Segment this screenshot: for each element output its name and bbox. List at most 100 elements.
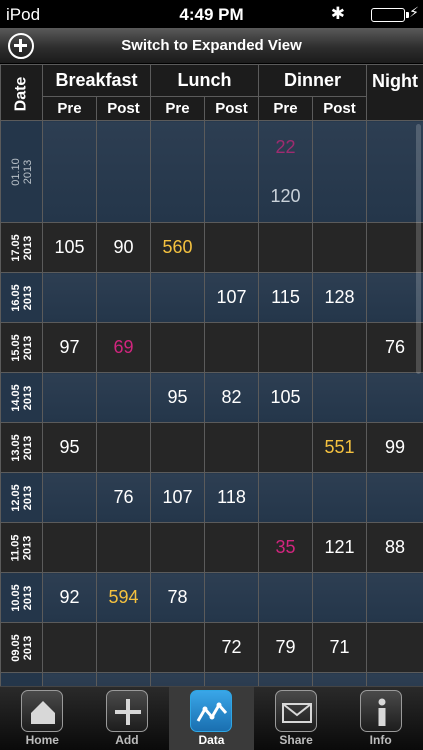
breakfast-post-cell[interactable] — [95, 422, 152, 473]
dinner-post-cell[interactable] — [312, 372, 368, 423]
breakfast-pre-cell[interactable] — [42, 672, 97, 686]
breakfast-post-cell[interactable] — [95, 672, 152, 686]
lunch-pre-cell[interactable] — [150, 522, 206, 573]
lunch-post-cell[interactable]: 118 — [204, 472, 260, 523]
night-cell[interactable] — [366, 672, 423, 686]
dinner-post-cell[interactable] — [312, 572, 368, 623]
dinner-post-cell[interactable]: 551 — [312, 422, 368, 473]
breakfast-post-cell[interactable] — [95, 272, 152, 323]
night-cell[interactable] — [366, 472, 423, 523]
dinner-post-cell[interactable] — [312, 322, 368, 373]
lunch-pre-cell[interactable]: 78 — [150, 572, 206, 623]
breakfast-post-cell[interactable]: 90 — [95, 222, 152, 273]
night-cell[interactable] — [366, 372, 423, 423]
lunch-pre-cell[interactable] — [150, 120, 206, 223]
table-row[interactable] — [0, 672, 423, 686]
dinner-pre-cell[interactable] — [258, 422, 314, 473]
night-cell[interactable] — [366, 572, 423, 623]
dinner-pre-cell[interactable] — [258, 572, 314, 623]
lunch-post-cell[interactable] — [204, 322, 260, 373]
dinner-post-cell[interactable]: 121 — [312, 522, 368, 573]
table-row[interactable]: 09.05 2013 72 79 71 — [0, 622, 423, 673]
dinner-post-cell[interactable] — [312, 120, 368, 223]
lunch-pre-cell[interactable]: 95 — [150, 372, 206, 423]
lunch-pre-cell[interactable] — [150, 322, 206, 373]
tab-share[interactable]: Share — [254, 687, 339, 750]
tab-home[interactable]: Home — [0, 687, 85, 750]
dinner-pre-cell[interactable]: 105 — [258, 372, 314, 423]
table-row[interactable]: 16.05 2013 107 115 128 — [0, 272, 423, 323]
lunch-post-cell[interactable] — [204, 422, 260, 473]
table-row[interactable]: 01.10 2013 22 120 — [0, 120, 423, 223]
night-cell[interactable]: 76 — [366, 322, 423, 373]
breakfast-post-cell[interactable]: 69 — [95, 322, 152, 373]
dinner-pre-cell[interactable] — [258, 672, 314, 686]
lunch-pre-cell[interactable]: 560 — [150, 222, 206, 273]
night-cell[interactable] — [366, 272, 423, 323]
table-row[interactable]: 13.05 2013 95 551 99 — [0, 422, 423, 473]
lunch-pre-cell[interactable] — [150, 672, 206, 686]
night-cell[interactable]: 99 — [366, 422, 423, 473]
breakfast-post-cell[interactable] — [95, 622, 152, 673]
breakfast-pre-cell[interactable] — [42, 472, 97, 523]
table-row[interactable]: 11.05 2013 35 121 88 — [0, 522, 423, 573]
tab-info[interactable]: Info — [338, 687, 423, 750]
lunch-pre-cell[interactable] — [150, 272, 206, 323]
lunch-post-cell[interactable]: 72 — [204, 622, 260, 673]
lunch-pre-cell[interactable]: 107 — [150, 472, 206, 523]
night-cell[interactable] — [366, 120, 423, 223]
table-row[interactable]: 12.05 2013 76 107 118 — [0, 472, 423, 523]
dinner-post-cell[interactable]: 128 — [312, 272, 368, 323]
tab-data[interactable]: Data — [169, 687, 254, 750]
dinner-pre-cell[interactable]: 22 120 — [258, 120, 314, 223]
lunch-post-cell[interactable] — [204, 120, 260, 223]
lunch-post-cell[interactable] — [204, 222, 260, 273]
dinner-post-cell[interactable] — [312, 672, 368, 686]
lunch-post-cell[interactable] — [204, 572, 260, 623]
lunch-pre-cell[interactable] — [150, 422, 206, 473]
table-row[interactable]: 15.05 2013 97 69 76 — [0, 322, 423, 373]
table-row[interactable]: 17.05 2013 105 90 560 — [0, 222, 423, 273]
breakfast-pre-cell[interactable] — [42, 622, 97, 673]
lunch-post-cell[interactable] — [204, 522, 260, 573]
data-grid[interactable]: Date Breakfast Lunch Dinner Night Pre Po… — [0, 64, 423, 686]
dinner-pre-cell[interactable] — [258, 472, 314, 523]
table-row[interactable]: 14.05 2013 95 82 105 — [0, 372, 423, 423]
dinner-pre-cell[interactable]: 35 — [258, 522, 314, 573]
breakfast-post-cell[interactable] — [95, 522, 152, 573]
tab-add[interactable]: Add — [85, 687, 170, 750]
night-cell[interactable]: 88 — [366, 522, 423, 573]
dinner-pre-cell[interactable] — [258, 322, 314, 373]
dinner-pre-cell[interactable] — [258, 222, 314, 273]
breakfast-post-cell[interactable] — [95, 372, 152, 423]
night-cell[interactable] — [366, 622, 423, 673]
lunch-pre-cell[interactable] — [150, 622, 206, 673]
dinner-post-cell[interactable]: 71 — [312, 622, 368, 673]
breakfast-post-cell[interactable]: 594 — [95, 572, 152, 623]
bluetooth-icon: ✱ — [330, 4, 345, 23]
breakfast-post-cell[interactable] — [95, 120, 152, 223]
breakfast-pre-cell[interactable]: 97 — [42, 322, 97, 373]
breakfast-pre-cell[interactable]: 92 — [42, 572, 97, 623]
breakfast-pre-cell[interactable]: 105 — [42, 222, 97, 273]
breakfast-pre-cell[interactable] — [42, 272, 97, 323]
reading-value: 22 — [275, 136, 296, 157]
chart-icon — [190, 690, 233, 732]
table-row[interactable]: 10.05 2013 92 594 78 — [0, 572, 423, 623]
night-cell[interactable] — [366, 222, 423, 273]
breakfast-pre-cell[interactable] — [42, 372, 97, 423]
breakfast-pre-cell[interactable] — [42, 522, 97, 573]
clock: 4:49 PM — [179, 5, 244, 24]
lunch-post-cell[interactable]: 82 — [204, 372, 260, 423]
switch-view-button[interactable]: Switch to Expanded View — [0, 37, 423, 54]
scrollbar[interactable] — [416, 124, 421, 374]
dinner-pre-cell[interactable]: 79 — [258, 622, 314, 673]
dinner-post-cell[interactable] — [312, 472, 368, 523]
breakfast-post-cell[interactable]: 76 — [95, 472, 152, 523]
dinner-pre-cell[interactable]: 115 — [258, 272, 314, 323]
breakfast-pre-cell[interactable] — [42, 120, 97, 223]
dinner-post-cell[interactable] — [312, 222, 368, 273]
lunch-post-cell[interactable]: 107 — [204, 272, 260, 323]
breakfast-pre-cell[interactable]: 95 — [42, 422, 97, 473]
lunch-post-cell[interactable] — [204, 672, 260, 686]
